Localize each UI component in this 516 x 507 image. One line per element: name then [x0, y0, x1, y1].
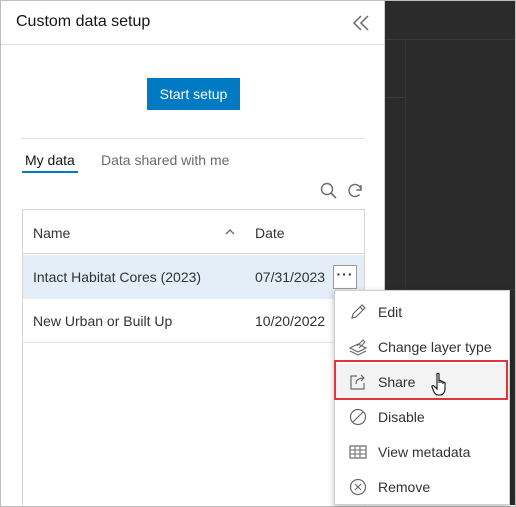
tab-my-data[interactable]: My data	[25, 152, 75, 168]
ellipsis-icon: ···	[336, 266, 354, 282]
data-table: Name Date Intact Habitat Cores (2023) 07…	[22, 209, 365, 506]
panel-title: Custom data setup	[16, 13, 151, 30]
column-header-name[interactable]: Name	[33, 225, 70, 241]
row-actions-menu: Edit Change layer type Share Disable Vie…	[334, 290, 510, 505]
divider	[21, 138, 365, 139]
table-header: Name Date	[23, 210, 364, 254]
active-tab-indicator	[22, 171, 78, 173]
table-icon	[348, 442, 368, 462]
tab-data-shared-with-me[interactable]: Data shared with me	[101, 152, 229, 168]
map-line	[385, 97, 405, 98]
remove-icon	[348, 477, 368, 497]
menu-item-share[interactable]: Share	[335, 364, 509, 399]
refresh-icon[interactable]	[345, 181, 365, 201]
disable-icon	[348, 407, 368, 427]
panel-header: Custom data setup	[1, 1, 384, 45]
menu-item-label: Change layer type	[378, 339, 492, 355]
menu-item-edit[interactable]: Edit	[335, 294, 509, 329]
more-actions-button[interactable]: ···	[333, 265, 357, 289]
row-name-cell: New Urban or Built Up	[33, 313, 173, 329]
menu-item-label: Edit	[378, 304, 403, 320]
menu-item-disable[interactable]: Disable	[335, 399, 509, 434]
row-name-cell: Intact Habitat Cores (2023)	[33, 269, 202, 285]
custom-data-panel: Custom data setup Start setup My data Da…	[1, 1, 385, 506]
menu-item-label: Disable	[378, 409, 425, 425]
column-header-date[interactable]: Date	[255, 225, 285, 241]
menu-item-change-layer-type[interactable]: Change layer type	[335, 329, 509, 364]
search-icon[interactable]	[319, 181, 339, 201]
menu-item-label: View metadata	[378, 444, 471, 460]
start-setup-button[interactable]: Start setup	[147, 78, 240, 110]
menu-item-label: Share	[378, 374, 416, 390]
table-row[interactable]: New Urban or Built Up 10/20/2022	[23, 299, 364, 343]
share-icon	[348, 372, 368, 392]
row-date-cell: 07/31/2023	[255, 269, 326, 285]
table-row[interactable]: Intact Habitat Cores (2023) 07/31/2023 ·…	[23, 255, 364, 299]
menu-item-view-metadata[interactable]: View metadata	[335, 434, 509, 469]
sort-ascending-icon[interactable]	[223, 225, 237, 239]
pencil-icon	[348, 302, 368, 322]
collapse-panel-icon[interactable]	[349, 11, 373, 35]
layers-icon	[348, 337, 368, 357]
row-date-cell: 10/20/2022	[255, 313, 326, 329]
menu-item-label: Remove	[378, 479, 431, 495]
menu-item-remove[interactable]: Remove	[335, 469, 509, 504]
